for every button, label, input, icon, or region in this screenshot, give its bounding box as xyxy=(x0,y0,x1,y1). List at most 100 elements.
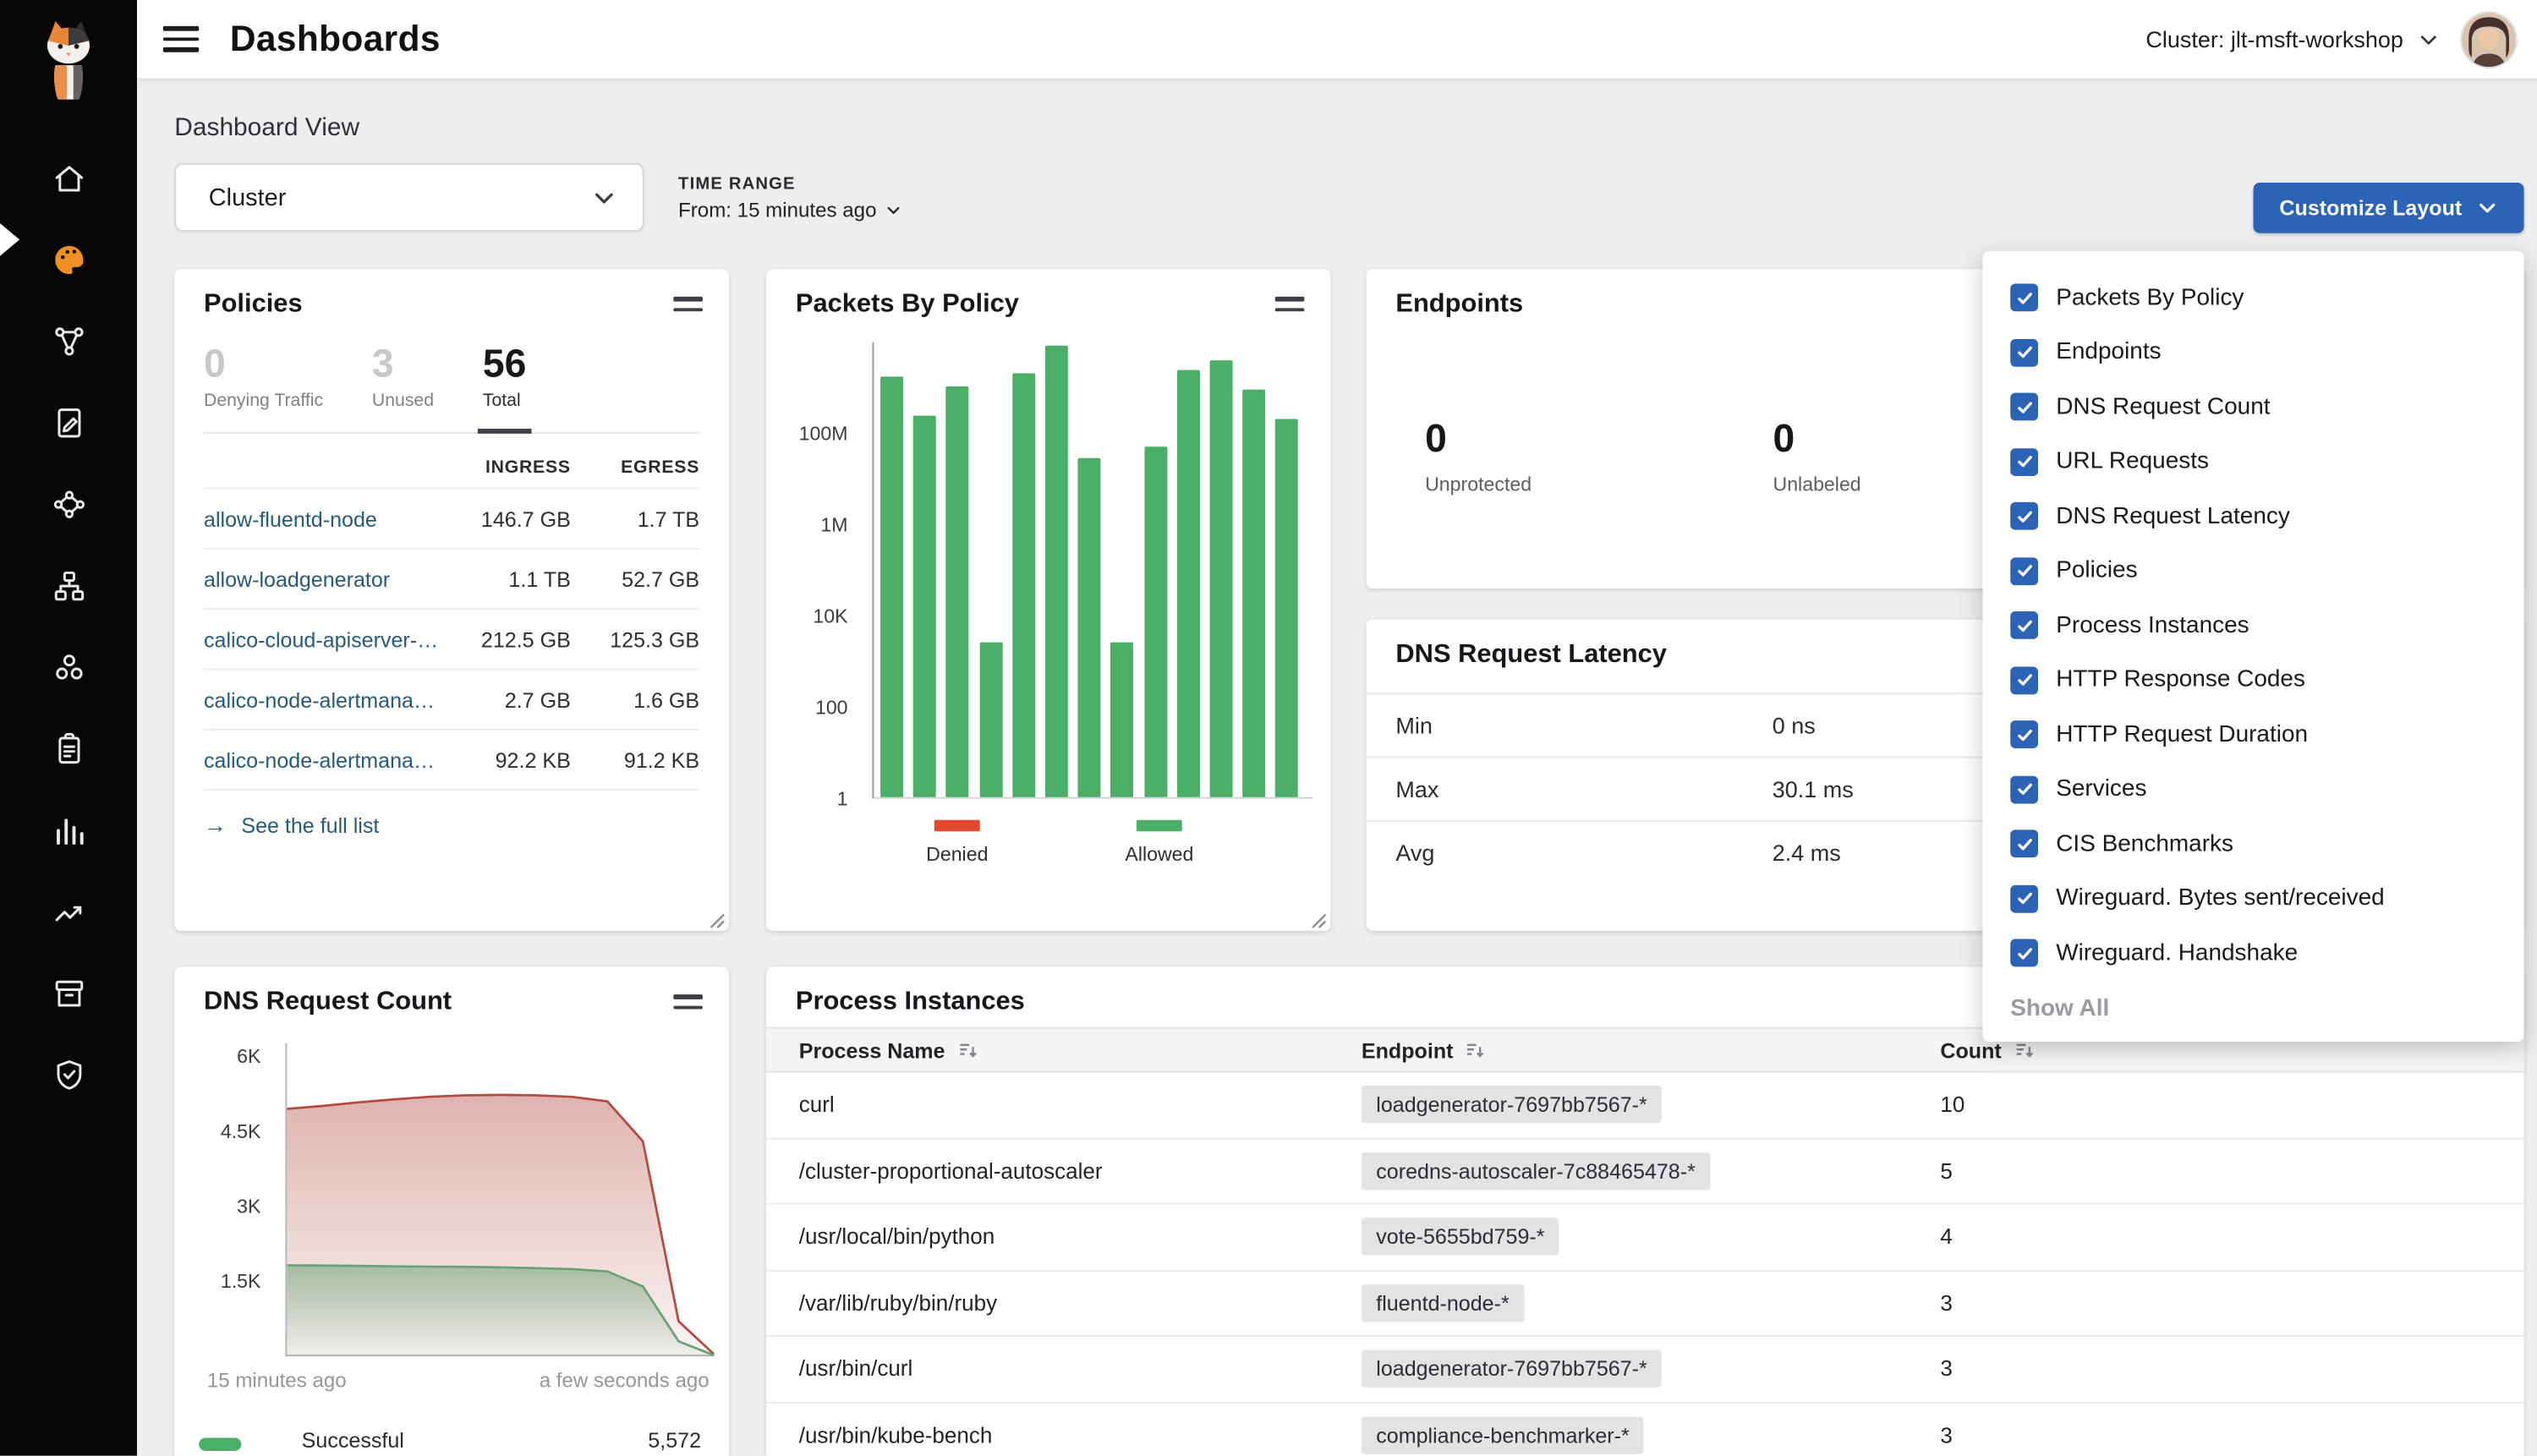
checkbox-checked-icon[interactable] xyxy=(2010,502,2038,530)
checkbox-checked-icon[interactable] xyxy=(2010,393,2038,421)
policies-card: Policies 0Denying Traffic3Unused56Total … xyxy=(174,269,729,931)
packets-bar[interactable] xyxy=(1144,446,1167,797)
endpoint-chip[interactable]: compliance-benchmarker-* xyxy=(1362,1416,1644,1453)
show-all-link[interactable]: Show All xyxy=(2010,995,2496,1021)
sidebar-item-archive[interactable] xyxy=(0,952,137,1033)
count-column-header[interactable]: Count xyxy=(1940,1037,2523,1062)
checkbox-checked-icon[interactable] xyxy=(2010,721,2038,749)
sidebar-item-flows[interactable] xyxy=(0,463,137,545)
checkbox-checked-icon[interactable] xyxy=(2010,884,2038,912)
customize-menu-item[interactable]: CIS Benchmarks xyxy=(1982,817,2523,872)
checkbox-checked-icon[interactable] xyxy=(2010,448,2038,476)
menu-toggle-button[interactable] xyxy=(163,26,199,52)
checkbox-checked-icon[interactable] xyxy=(2010,939,2038,967)
sidebar-item-service-graph[interactable] xyxy=(0,300,137,381)
endpoint-cell: compliance-benchmarker-* xyxy=(1362,1416,1940,1453)
process-name-cell: /usr/bin/curl xyxy=(799,1357,1362,1382)
packets-bar[interactable] xyxy=(1210,360,1233,797)
packets-bar[interactable] xyxy=(1111,642,1134,796)
endpoint-chip[interactable]: loadgenerator-7697bb7567-* xyxy=(1362,1350,1662,1388)
endpoint-chip[interactable]: loadgenerator-7697bb7567-* xyxy=(1362,1087,1662,1124)
policy-name-link[interactable]: allow-fluentd-node xyxy=(204,507,441,532)
dns-count-area-plot[interactable] xyxy=(285,1043,712,1356)
checkbox-checked-icon[interactable] xyxy=(2010,830,2038,858)
checkbox-checked-icon[interactable] xyxy=(2010,339,2038,367)
policy-name-link[interactable]: allow-loadgenerator xyxy=(204,567,441,592)
sidebar-item-clusters[interactable] xyxy=(0,626,137,707)
customize-menu-item[interactable]: Process Instances xyxy=(1982,599,2523,654)
packets-bar[interactable] xyxy=(1078,458,1101,797)
checkbox-checked-icon[interactable] xyxy=(2010,775,2038,803)
see-full-list-link[interactable]: → See the full list xyxy=(204,790,699,860)
sidebar-item-policies[interactable] xyxy=(0,381,137,463)
packets-bar[interactable] xyxy=(946,386,969,797)
legend-item-allowed[interactable]: Allowed xyxy=(1125,820,1193,866)
process-name-column-header[interactable]: Process Name xyxy=(799,1037,1362,1062)
packets-bar[interactable] xyxy=(1243,390,1266,797)
checkbox-checked-icon[interactable] xyxy=(2010,284,2038,312)
card-title: DNS Request Latency xyxy=(1395,641,1667,671)
customize-menu-item[interactable]: HTTP Request Duration xyxy=(1982,708,2523,763)
legend-label: Allowed xyxy=(1125,843,1193,866)
packets-bar[interactable] xyxy=(1177,369,1200,796)
customize-menu-item[interactable]: HTTP Response Codes xyxy=(1982,653,2523,708)
sidebar-item-reports[interactable] xyxy=(0,789,137,870)
drag-handle-icon[interactable] xyxy=(673,290,703,318)
customize-menu-item[interactable]: DNS Request Latency xyxy=(1982,489,2523,544)
endpoint-chip[interactable]: vote-5655bd759-* xyxy=(1362,1218,1559,1256)
endpoint-column-header[interactable]: Endpoint xyxy=(1362,1037,1940,1062)
dashboard-view-select[interactable]: Cluster xyxy=(174,163,644,232)
calico-cat-logo[interactable] xyxy=(30,14,108,109)
drag-handle-icon[interactable] xyxy=(1275,290,1305,318)
customize-menu-item[interactable]: DNS Request Count xyxy=(1982,380,2523,435)
policies-stat-unused[interactable]: 3Unused xyxy=(372,344,434,411)
packets-bar[interactable] xyxy=(1012,374,1035,797)
network-hierarchy-icon xyxy=(50,567,87,604)
cluster-selector[interactable]: Cluster: jlt-msft-workshop xyxy=(2145,26,2439,52)
customize-menu-item[interactable]: Wireguard. Bytes sent/received xyxy=(1982,872,2523,927)
y-axis-tick-label: 1M xyxy=(820,513,847,536)
sidebar-item-compliance[interactable] xyxy=(0,708,137,789)
customize-menu-item[interactable]: Packets By Policy xyxy=(1982,271,2523,326)
sidebar-item-network-hierarchy[interactable] xyxy=(0,545,137,626)
user-avatar[interactable] xyxy=(2462,12,2516,66)
chevron-down-icon xyxy=(592,185,616,210)
checkbox-checked-icon[interactable] xyxy=(2010,557,2038,585)
customize-menu-item[interactable]: Endpoints xyxy=(1982,326,2523,380)
customize-menu-item-label: Packets By Policy xyxy=(2056,285,2244,311)
endpoint-chip[interactable]: coredns-autoscaler-7c88465478-* xyxy=(1362,1152,1710,1190)
customize-layout-button[interactable]: Customize Layout xyxy=(2254,183,2524,233)
customize-menu-item[interactable]: Services xyxy=(1982,762,2523,817)
time-range-value[interactable]: From: 15 minutes ago xyxy=(678,199,901,222)
customize-menu-item[interactable]: URL Requests xyxy=(1982,435,2523,490)
packets-bar[interactable] xyxy=(979,642,1002,796)
checkbox-checked-icon[interactable] xyxy=(2010,666,2038,694)
policy-name-link[interactable]: calico-node-alertmana… xyxy=(204,748,441,773)
sidebar-item-trends[interactable] xyxy=(0,871,137,952)
policies-stat-denying-traffic[interactable]: 0Denying Traffic xyxy=(204,344,323,411)
packets-bar[interactable] xyxy=(1045,346,1068,797)
packets-bar[interactable] xyxy=(1275,419,1298,797)
policies-stat-total[interactable]: 56Total xyxy=(483,344,526,411)
drag-handle-icon[interactable] xyxy=(673,988,703,1015)
page-title: Dashboards xyxy=(230,18,441,60)
resize-handle-icon[interactable] xyxy=(1307,908,1327,928)
packets-bar-plot[interactable] xyxy=(872,342,1312,799)
packets-bar[interactable] xyxy=(913,415,936,796)
policy-name-link[interactable]: calico-cloud-apiserver-… xyxy=(204,628,441,653)
legend-item-denied[interactable]: Denied xyxy=(926,820,988,866)
policies-table-row: calico-node-alertmana…2.7 GB1.6 GB xyxy=(204,669,699,729)
customize-menu-item[interactable]: Policies xyxy=(1982,544,2523,599)
sidebar-item-security[interactable] xyxy=(0,1033,137,1114)
dns-legend-row[interactable]: Successful 5,572 xyxy=(174,1420,729,1455)
checkbox-checked-icon[interactable] xyxy=(2010,611,2038,639)
endpoint-chip[interactable]: fluentd-node-* xyxy=(1362,1284,1524,1322)
customize-menu-item[interactable]: Wireguard. Handshake xyxy=(1982,926,2523,981)
reports-icon xyxy=(50,811,87,848)
sidebar-item-home[interactable] xyxy=(0,137,137,218)
policy-name-link[interactable]: calico-node-alertmana… xyxy=(204,688,441,713)
resize-handle-icon[interactable] xyxy=(706,908,726,928)
customize-menu-item-label: Wireguard. Bytes sent/received xyxy=(2056,885,2384,911)
sidebar-item-dashboards[interactable] xyxy=(0,218,137,299)
packets-bar[interactable] xyxy=(880,377,903,797)
